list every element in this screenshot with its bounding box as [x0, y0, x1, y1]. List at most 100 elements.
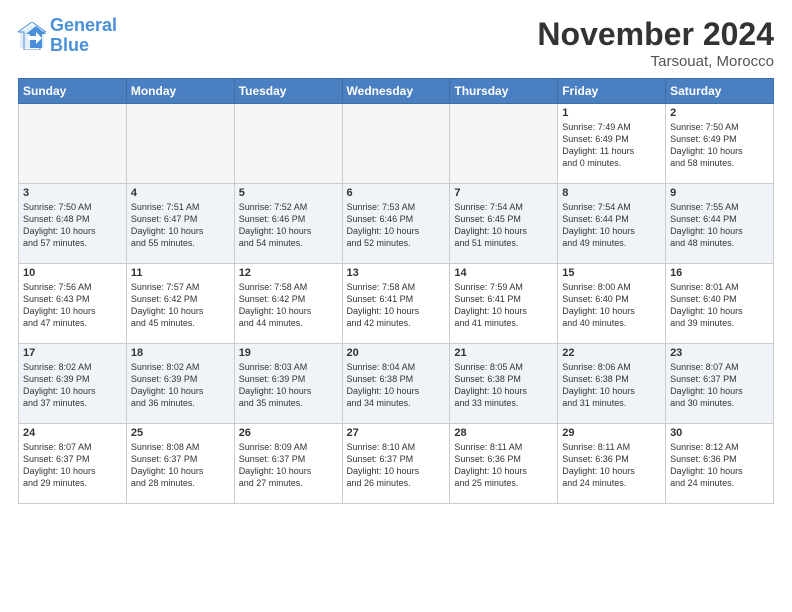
day-number: 14	[454, 267, 553, 279]
day-cell: 1 Sunrise: 7:49 AM Sunset: 6:49 PM Daylig…	[558, 104, 666, 184]
day-info: Sunrise: 8:02 AM Sunset: 6:39 PM Dayligh…	[23, 361, 122, 410]
day-cell: 15 Sunrise: 8:00 AM Sunset: 6:40 PM Dayli…	[558, 264, 666, 344]
day-info: Sunrise: 8:08 AM Sunset: 6:37 PM Dayligh…	[131, 441, 230, 490]
day-info: Sunrise: 7:55 AM Sunset: 6:44 PM Dayligh…	[670, 201, 769, 250]
day-number: 29	[562, 427, 661, 439]
day-info: Sunrise: 8:11 AM Sunset: 6:36 PM Dayligh…	[454, 441, 553, 490]
weekday-header-friday: Friday	[558, 79, 666, 104]
day-cell: 11 Sunrise: 7:57 AM Sunset: 6:42 PM Dayli…	[126, 264, 234, 344]
day-info: Sunrise: 8:11 AM Sunset: 6:36 PM Dayligh…	[562, 441, 661, 490]
day-cell: 26Sunrise: 8:09 AM Sunset: 6:37 PM Dayli…	[234, 424, 342, 504]
weekday-header-thursday: Thursday	[450, 79, 558, 104]
week-row-5: 24Sunrise: 8:07 AM Sunset: 6:37 PM Dayli…	[19, 424, 774, 504]
day-cell: 28 Sunrise: 8:11 AM Sunset: 6:36 PM Dayli…	[450, 424, 558, 504]
weekday-header-tuesday: Tuesday	[234, 79, 342, 104]
weekday-header-saturday: Saturday	[666, 79, 774, 104]
logo-line2: Blue	[50, 35, 89, 55]
day-cell: 20 Sunrise: 8:04 AM Sunset: 6:38 PM Dayli…	[342, 344, 450, 424]
week-row-4: 17 Sunrise: 8:02 AM Sunset: 6:39 PM Dayli…	[19, 344, 774, 424]
day-cell	[342, 104, 450, 184]
day-number: 12	[239, 267, 338, 279]
day-cell: 13 Sunrise: 7:58 AM Sunset: 6:41 PM Dayli…	[342, 264, 450, 344]
day-cell: 10 Sunrise: 7:56 AM Sunset: 6:43 PM Dayli…	[19, 264, 127, 344]
logo: General Blue	[18, 16, 117, 56]
day-number: 28	[454, 427, 553, 439]
day-cell: 16 Sunrise: 8:01 AM Sunset: 6:40 PM Dayli…	[666, 264, 774, 344]
title-area: November 2024 Tarsouat, Morocco	[537, 16, 774, 70]
day-cell: 3 Sunrise: 7:50 AM Sunset: 6:48 PM Daylig…	[19, 184, 127, 264]
day-cell: 21 Sunrise: 8:05 AM Sunset: 6:38 PM Dayli…	[450, 344, 558, 424]
day-info: Sunrise: 7:49 AM Sunset: 6:49 PM Dayligh…	[562, 121, 661, 170]
day-cell: 6Sunrise: 7:53 AM Sunset: 6:46 PM Daylig…	[342, 184, 450, 264]
header: General Blue November 2024 Tarsouat, Mor…	[18, 16, 774, 70]
day-cell: 30Sunrise: 8:12 AM Sunset: 6:36 PM Dayli…	[666, 424, 774, 504]
day-number: 4	[131, 187, 230, 199]
day-info: Sunrise: 7:57 AM Sunset: 6:42 PM Dayligh…	[131, 281, 230, 330]
day-info: Sunrise: 8:00 AM Sunset: 6:40 PM Dayligh…	[562, 281, 661, 330]
day-number: 13	[347, 267, 446, 279]
day-cell: 4Sunrise: 7:51 AM Sunset: 6:47 PM Daylig…	[126, 184, 234, 264]
weekday-header-wednesday: Wednesday	[342, 79, 450, 104]
day-cell: 25 Sunrise: 8:08 AM Sunset: 6:37 PM Dayli…	[126, 424, 234, 504]
day-cell	[234, 104, 342, 184]
day-number: 25	[131, 427, 230, 439]
day-cell: 14 Sunrise: 7:59 AM Sunset: 6:41 PM Dayli…	[450, 264, 558, 344]
day-cell: 7 Sunrise: 7:54 AM Sunset: 6:45 PM Daylig…	[450, 184, 558, 264]
day-info: Sunrise: 7:50 AM Sunset: 6:49 PM Dayligh…	[670, 121, 769, 170]
logo-icon	[18, 22, 46, 50]
day-number: 7	[454, 187, 553, 199]
day-number: 26	[239, 427, 338, 439]
weekday-header-row: SundayMondayTuesdayWednesdayThursdayFrid…	[19, 79, 774, 104]
day-cell: 5 Sunrise: 7:52 AM Sunset: 6:46 PM Daylig…	[234, 184, 342, 264]
day-number: 17	[23, 347, 122, 359]
day-cell: 23 Sunrise: 8:07 AM Sunset: 6:37 PM Dayli…	[666, 344, 774, 424]
day-info: Sunrise: 7:58 AM Sunset: 6:41 PM Dayligh…	[347, 281, 446, 330]
day-number: 24	[23, 427, 122, 439]
day-info: Sunrise: 8:02 AM Sunset: 6:39 PM Dayligh…	[131, 361, 230, 410]
day-number: 5	[239, 187, 338, 199]
day-cell: 19Sunrise: 8:03 AM Sunset: 6:39 PM Dayli…	[234, 344, 342, 424]
day-number: 3	[23, 187, 122, 199]
month-title: November 2024	[537, 16, 774, 53]
day-cell: 12 Sunrise: 7:58 AM Sunset: 6:42 PM Dayli…	[234, 264, 342, 344]
day-cell	[126, 104, 234, 184]
day-number: 8	[562, 187, 661, 199]
day-info: Sunrise: 8:05 AM Sunset: 6:38 PM Dayligh…	[454, 361, 553, 410]
day-cell: 17 Sunrise: 8:02 AM Sunset: 6:39 PM Dayli…	[19, 344, 127, 424]
week-row-3: 10 Sunrise: 7:56 AM Sunset: 6:43 PM Dayli…	[19, 264, 774, 344]
day-info: Sunrise: 8:04 AM Sunset: 6:38 PM Dayligh…	[347, 361, 446, 410]
day-number: 20	[347, 347, 446, 359]
day-info: Sunrise: 7:56 AM Sunset: 6:43 PM Dayligh…	[23, 281, 122, 330]
day-cell: 9Sunrise: 7:55 AM Sunset: 6:44 PM Daylig…	[666, 184, 774, 264]
day-number: 1	[562, 107, 661, 119]
day-info: Sunrise: 8:01 AM Sunset: 6:40 PM Dayligh…	[670, 281, 769, 330]
day-number: 10	[23, 267, 122, 279]
day-number: 27	[347, 427, 446, 439]
page: General Blue November 2024 Tarsouat, Mor…	[0, 0, 792, 514]
day-number: 30	[670, 427, 769, 439]
day-number: 15	[562, 267, 661, 279]
day-number: 18	[131, 347, 230, 359]
day-info: Sunrise: 7:50 AM Sunset: 6:48 PM Dayligh…	[23, 201, 122, 250]
day-number: 21	[454, 347, 553, 359]
day-number: 11	[131, 267, 230, 279]
day-cell: 24Sunrise: 8:07 AM Sunset: 6:37 PM Dayli…	[19, 424, 127, 504]
day-info: Sunrise: 7:58 AM Sunset: 6:42 PM Dayligh…	[239, 281, 338, 330]
day-info: Sunrise: 7:52 AM Sunset: 6:46 PM Dayligh…	[239, 201, 338, 250]
day-cell: 27 Sunrise: 8:10 AM Sunset: 6:37 PM Dayli…	[342, 424, 450, 504]
day-cell: 8Sunrise: 7:54 AM Sunset: 6:44 PM Daylig…	[558, 184, 666, 264]
day-info: Sunrise: 7:59 AM Sunset: 6:41 PM Dayligh…	[454, 281, 553, 330]
day-number: 23	[670, 347, 769, 359]
day-info: Sunrise: 8:06 AM Sunset: 6:38 PM Dayligh…	[562, 361, 661, 410]
day-info: Sunrise: 8:10 AM Sunset: 6:37 PM Dayligh…	[347, 441, 446, 490]
calendar: SundayMondayTuesdayWednesdayThursdayFrid…	[18, 78, 774, 504]
location: Tarsouat, Morocco	[537, 53, 774, 70]
day-cell: 29 Sunrise: 8:11 AM Sunset: 6:36 PM Dayli…	[558, 424, 666, 504]
day-number: 16	[670, 267, 769, 279]
day-info: Sunrise: 7:54 AM Sunset: 6:45 PM Dayligh…	[454, 201, 553, 250]
day-number: 2	[670, 107, 769, 119]
day-number: 6	[347, 187, 446, 199]
day-cell	[450, 104, 558, 184]
day-number: 22	[562, 347, 661, 359]
day-info: Sunrise: 8:07 AM Sunset: 6:37 PM Dayligh…	[670, 361, 769, 410]
